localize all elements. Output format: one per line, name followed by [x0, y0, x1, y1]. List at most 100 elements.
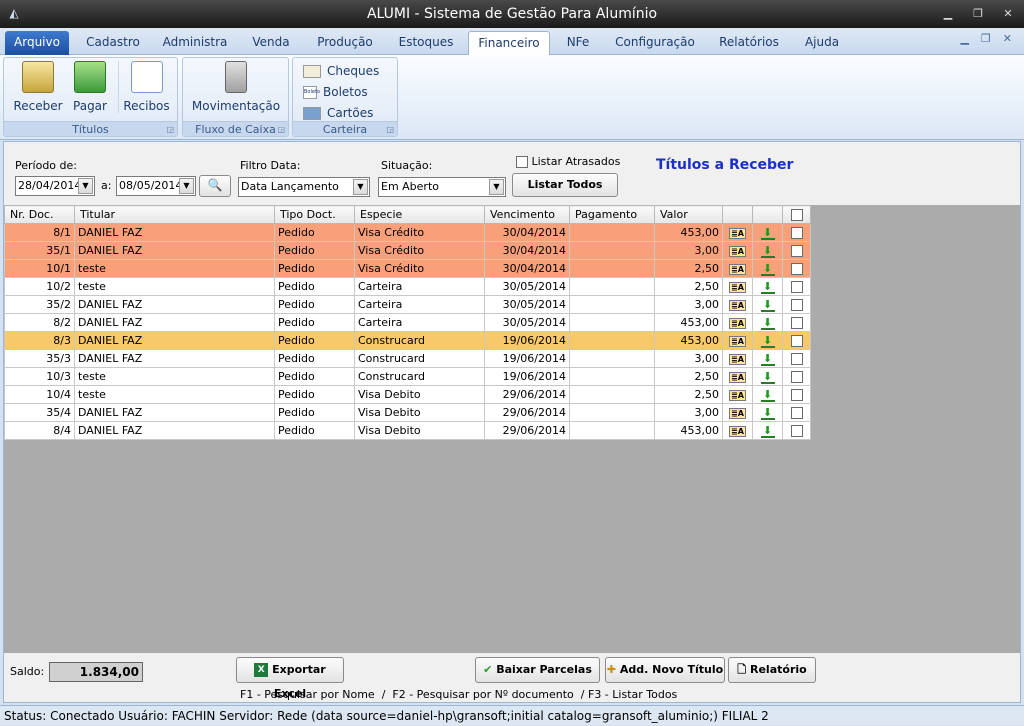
- chevron-down-icon[interactable]: ▼: [353, 179, 368, 195]
- row-checkbox[interactable]: [782, 223, 811, 242]
- date-to-picker[interactable]: 08/05/2014 ▼: [116, 176, 196, 196]
- row-checkbox[interactable]: [782, 403, 811, 422]
- dialog-launcher-icon[interactable]: ◲: [277, 125, 285, 134]
- listar-todos-button[interactable]: Listar Todos: [512, 173, 618, 197]
- pagar-button[interactable]: Pagar: [66, 61, 114, 113]
- minimize-icon[interactable]: ▁: [940, 0, 956, 28]
- row-checkbox[interactable]: [782, 259, 811, 278]
- edit-title-icon[interactable]: ≣A: [722, 223, 753, 242]
- col-vencimento[interactable]: Vencimento: [484, 205, 570, 224]
- mdi-close-icon[interactable]: ✕: [1003, 32, 1012, 45]
- row-checkbox[interactable]: [782, 421, 811, 440]
- download-icon[interactable]: ⬇: [752, 349, 783, 368]
- receber-button[interactable]: Receber: [12, 61, 64, 113]
- row-checkbox[interactable]: [782, 241, 811, 260]
- checkbox-icon[interactable]: [516, 156, 528, 168]
- edit-title-icon[interactable]: ≣A: [722, 241, 753, 260]
- filtro-data-select[interactable]: Data Lançamento ▼: [238, 177, 370, 197]
- tab-cadastro[interactable]: Cadastro: [80, 31, 146, 55]
- row-checkbox[interactable]: [782, 295, 811, 314]
- listar-atrasados-checkbox[interactable]: Listar Atrasados: [516, 155, 620, 168]
- table-row[interactable]: 10/2 teste Pedido Carteira 30/05/2014 2,50 ≣A ⬇: [4, 277, 811, 296]
- tab-producao[interactable]: Produção: [308, 31, 382, 55]
- edit-title-icon[interactable]: ≣A: [722, 277, 753, 296]
- table-row[interactable]: 10/4 teste Pedido Visa Debito 29/06/2014 2,50…: [4, 385, 811, 404]
- cheques-button[interactable]: Cheques: [303, 62, 379, 80]
- download-icon[interactable]: ⬇: [752, 277, 783, 296]
- row-checkbox[interactable]: [782, 277, 811, 296]
- restore-icon[interactable]: ❐: [970, 0, 986, 28]
- download-icon[interactable]: ⬇: [752, 241, 783, 260]
- row-checkbox[interactable]: [782, 313, 811, 332]
- date-from-picker[interactable]: 28/04/2014 ▼: [15, 176, 95, 196]
- tab-relatorios[interactable]: Relatórios: [712, 31, 786, 55]
- recibos-button[interactable]: Recibos: [118, 61, 174, 113]
- cartoes-button[interactable]: Cartões: [303, 104, 373, 122]
- close-icon[interactable]: ✕: [1000, 0, 1016, 28]
- baixar-parcelas-button[interactable]: ✔ Baixar Parcelas: [475, 657, 600, 683]
- table-row[interactable]: 8/1 DANIEL FAZ Pedido Visa Crédito 30/04/201…: [4, 223, 811, 242]
- download-icon[interactable]: ⬇: [752, 331, 783, 350]
- col-valor[interactable]: Valor: [654, 205, 723, 224]
- tab-administra[interactable]: Administra: [156, 31, 234, 55]
- table-row[interactable]: 35/1 DANIEL FAZ Pedido Visa Crédito 30/04/20…: [4, 241, 811, 260]
- edit-title-icon[interactable]: ≣A: [722, 367, 753, 386]
- col-nr-doc[interactable]: Nr. Doc.: [4, 205, 75, 224]
- chevron-down-icon[interactable]: ▼: [78, 178, 93, 194]
- col-titular[interactable]: Titular: [74, 205, 275, 224]
- col-especie[interactable]: Especie: [354, 205, 485, 224]
- row-checkbox[interactable]: [782, 331, 811, 350]
- dialog-launcher-icon[interactable]: ◲: [166, 125, 174, 134]
- exportar-excel-button[interactable]: X Exportar Excel: [236, 657, 344, 700]
- row-checkbox[interactable]: [782, 367, 811, 386]
- edit-title-icon[interactable]: ≣A: [722, 349, 753, 368]
- tab-nfe[interactable]: NFe: [558, 31, 598, 55]
- download-icon[interactable]: ⬇: [752, 259, 783, 278]
- table-row[interactable]: 8/4 DANIEL FAZ Pedido Visa Debito 29/06/2014…: [4, 421, 811, 440]
- download-icon[interactable]: ⬇: [752, 421, 783, 440]
- download-icon[interactable]: ⬇: [752, 223, 783, 242]
- edit-title-icon[interactable]: ≣A: [722, 331, 753, 350]
- mdi-minimize-icon[interactable]: ▁: [960, 32, 968, 45]
- tab-ajuda[interactable]: Ajuda: [796, 31, 848, 55]
- tab-configuracao[interactable]: Configuração: [608, 31, 702, 55]
- table-row[interactable]: 35/2 DANIEL FAZ Pedido Carteira 30/05/2014 3,…: [4, 295, 811, 314]
- table-row[interactable]: 10/3 teste Pedido Construcard 19/06/2014 2,50…: [4, 367, 811, 386]
- edit-title-icon[interactable]: ≣A: [722, 385, 753, 404]
- download-icon[interactable]: ⬇: [752, 295, 783, 314]
- tab-arquivo[interactable]: Arquivo: [5, 31, 69, 55]
- tab-venda[interactable]: Venda: [244, 31, 298, 55]
- boletos-button[interactable]: Boleto Boletos: [303, 83, 368, 101]
- edit-title-icon[interactable]: ≣A: [722, 421, 753, 440]
- tab-estoques[interactable]: Estoques: [392, 31, 460, 55]
- download-icon[interactable]: ⬇: [752, 367, 783, 386]
- edit-title-icon[interactable]: ≣A: [722, 295, 753, 314]
- search-button[interactable]: 🔍: [199, 175, 231, 197]
- select-all-checkbox[interactable]: [782, 205, 811, 224]
- table-row[interactable]: 35/4 DANIEL FAZ Pedido Visa Debito 29/06/201…: [4, 403, 811, 422]
- chevron-down-icon[interactable]: ▼: [489, 179, 504, 195]
- row-checkbox[interactable]: [782, 349, 811, 368]
- edit-title-icon[interactable]: ≣A: [722, 403, 753, 422]
- table-row[interactable]: 8/2 DANIEL FAZ Pedido Carteira 30/05/2014 453…: [4, 313, 811, 332]
- table-row[interactable]: 8/3 DANIEL FAZ Pedido Construcard 19/06/2014…: [4, 331, 811, 350]
- relatorio-button[interactable]: 🗋 Relatório: [728, 657, 816, 683]
- edit-title-icon[interactable]: ≣A: [722, 313, 753, 332]
- download-icon[interactable]: ⬇: [752, 313, 783, 332]
- situacao-select[interactable]: Em Aberto ▼: [378, 177, 506, 197]
- dialog-launcher-icon[interactable]: ◲: [386, 125, 394, 134]
- download-icon[interactable]: ⬇: [752, 385, 783, 404]
- movimentacao-button[interactable]: Movimentação: [189, 61, 283, 113]
- mdi-restore-icon[interactable]: ❐: [981, 32, 991, 45]
- add-novo-titulo-button[interactable]: ✚ Add. Novo Título: [605, 657, 725, 683]
- chevron-down-icon[interactable]: ▼: [179, 178, 194, 194]
- boleto-icon: Boleto: [303, 85, 320, 99]
- tab-financeiro[interactable]: Financeiro: [468, 31, 550, 55]
- table-row[interactable]: 35/3 DANIEL FAZ Pedido Construcard 19/06/201…: [4, 349, 811, 368]
- row-checkbox[interactable]: [782, 385, 811, 404]
- download-icon[interactable]: ⬇: [752, 403, 783, 422]
- table-row[interactable]: 10/1 teste Pedido Visa Crédito 30/04/2014 2,5…: [4, 259, 811, 278]
- edit-title-icon[interactable]: ≣A: [722, 259, 753, 278]
- col-tipo-doct[interactable]: Tipo Doct.: [274, 205, 355, 224]
- col-pagamento[interactable]: Pagamento: [569, 205, 655, 224]
